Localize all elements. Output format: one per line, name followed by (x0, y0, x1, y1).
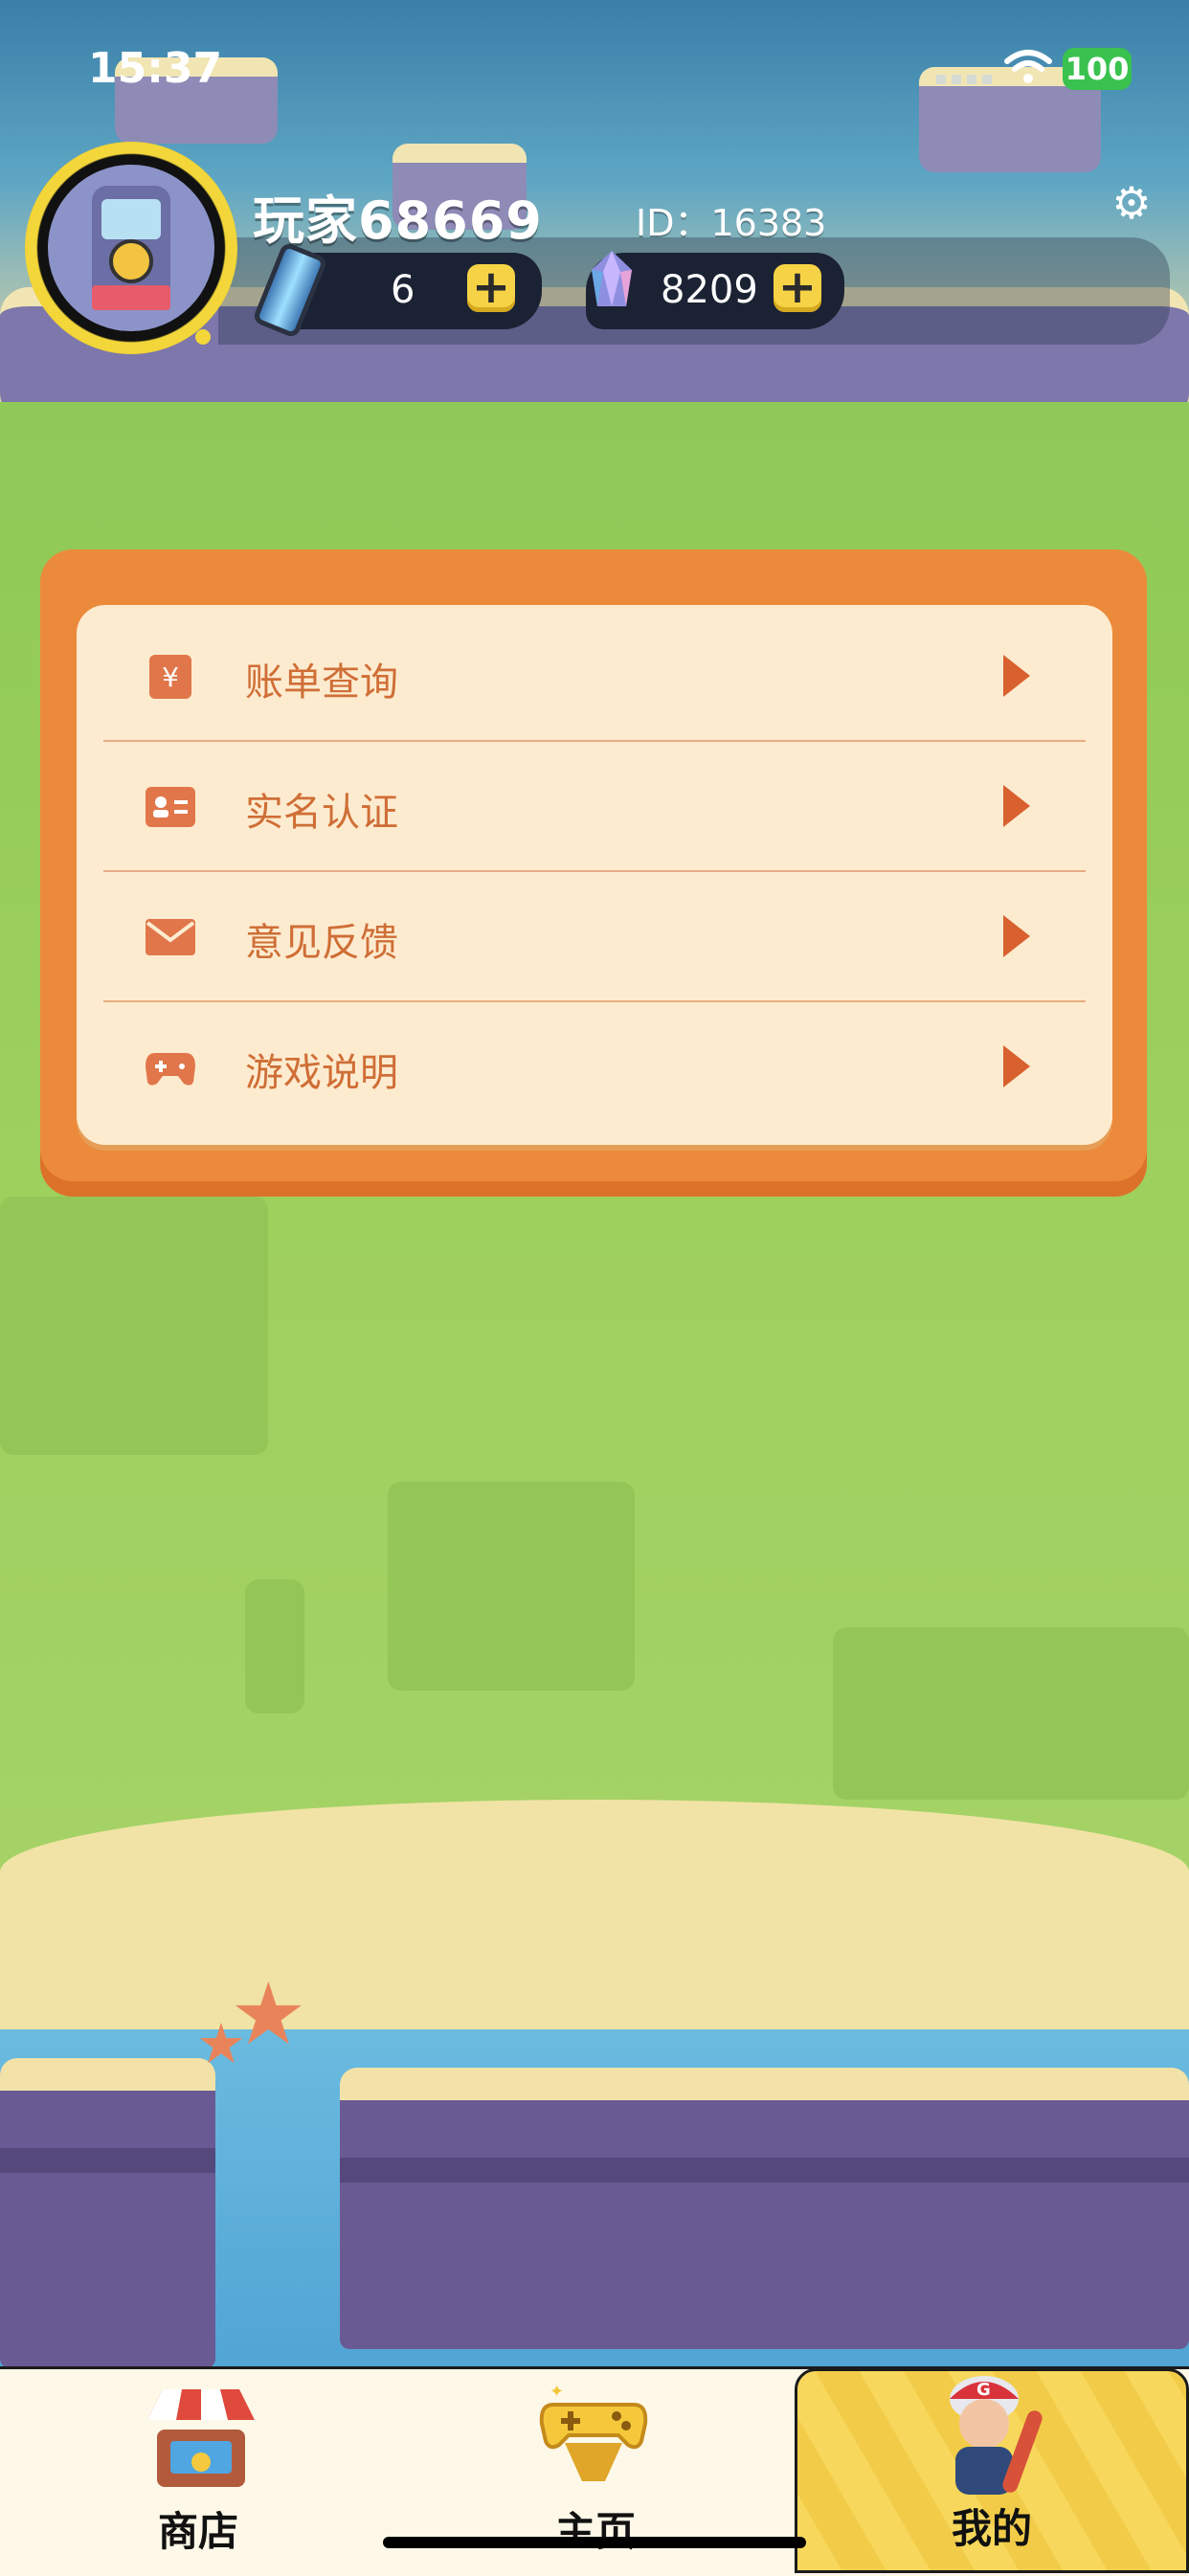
grass-patch (388, 1482, 635, 1691)
bill-icon: ¥ (149, 655, 191, 699)
chevron-right-icon (1003, 1045, 1030, 1087)
gem-counter: 8209 + (586, 251, 844, 329)
home-indicator (383, 2537, 806, 2548)
grass-patch (833, 1627, 1189, 1800)
svg-text:¥: ¥ (162, 661, 179, 693)
signal-icon (936, 75, 992, 84)
menu-item-game-instructions[interactable]: 游戏说明 (103, 1003, 1086, 1133)
menu-divider (103, 740, 1086, 742)
tab-label: 我的 (951, 2505, 1032, 2552)
mail-icon (146, 919, 195, 955)
add-gems-button[interactable]: + (774, 264, 821, 312)
energy-counter: 6 + (251, 240, 542, 340)
crystal-gem-icon (592, 251, 632, 306)
menu-item-label: 账单查询 (245, 661, 398, 705)
arcade-machine-icon (92, 186, 170, 310)
settings-gear-icon[interactable]: ⚙ (1109, 180, 1155, 226)
energy-value: 6 (391, 268, 415, 312)
cliff-island (340, 2068, 1189, 2349)
gamepad-trophy-icon: ✦ (539, 2382, 648, 2481)
svg-text:G: G (976, 2380, 991, 2400)
menu-item-label: 意见反馈 (245, 921, 398, 965)
menu-item-bill-query[interactable]: ¥ 账单查询 (103, 613, 1086, 743)
battery-indicator: 100 (1063, 48, 1132, 90)
player-name: 玩家68669 (253, 190, 543, 251)
wifi-icon (1004, 50, 1052, 83)
status-time: 15:37 (88, 44, 223, 93)
player-icon: G (950, 2376, 1043, 2495)
chevron-right-icon (1003, 915, 1030, 957)
gamepad-icon (146, 1053, 195, 1086)
menu-divider (103, 870, 1086, 872)
gem-value: 8209 (661, 268, 758, 312)
cliff-island (0, 2058, 215, 2368)
menu-item-real-name-verification[interactable]: 实名认证 (103, 743, 1086, 873)
menu-divider (103, 1000, 1086, 1002)
shop-icon (147, 2389, 255, 2487)
chevron-right-icon (1003, 655, 1030, 697)
menu-item-feedback[interactable]: 意见反馈 (103, 873, 1086, 1003)
id-card-icon (146, 787, 195, 827)
menu-item-label: 游戏说明 (245, 1051, 398, 1095)
grass-patch (0, 1197, 268, 1455)
tab-label: 商店 (157, 2508, 238, 2555)
grass-patch (245, 1579, 304, 1714)
starfish-decoration: ★ (196, 2011, 246, 2076)
background-scene: ★ ★ (0, 0, 1189, 2573)
avatar[interactable] (48, 165, 214, 331)
status-bar: 15:37 100 (0, 0, 1189, 134)
chevron-right-icon (1003, 785, 1030, 827)
svg-text:✦: ✦ (550, 2382, 564, 2402)
player-id: ID：16383 (636, 202, 827, 244)
add-energy-button[interactable]: + (467, 264, 515, 312)
menu-item-label: 实名认证 (245, 791, 398, 835)
tab-label: 主页 (554, 2508, 636, 2555)
avatar-badge-dot (195, 329, 211, 345)
